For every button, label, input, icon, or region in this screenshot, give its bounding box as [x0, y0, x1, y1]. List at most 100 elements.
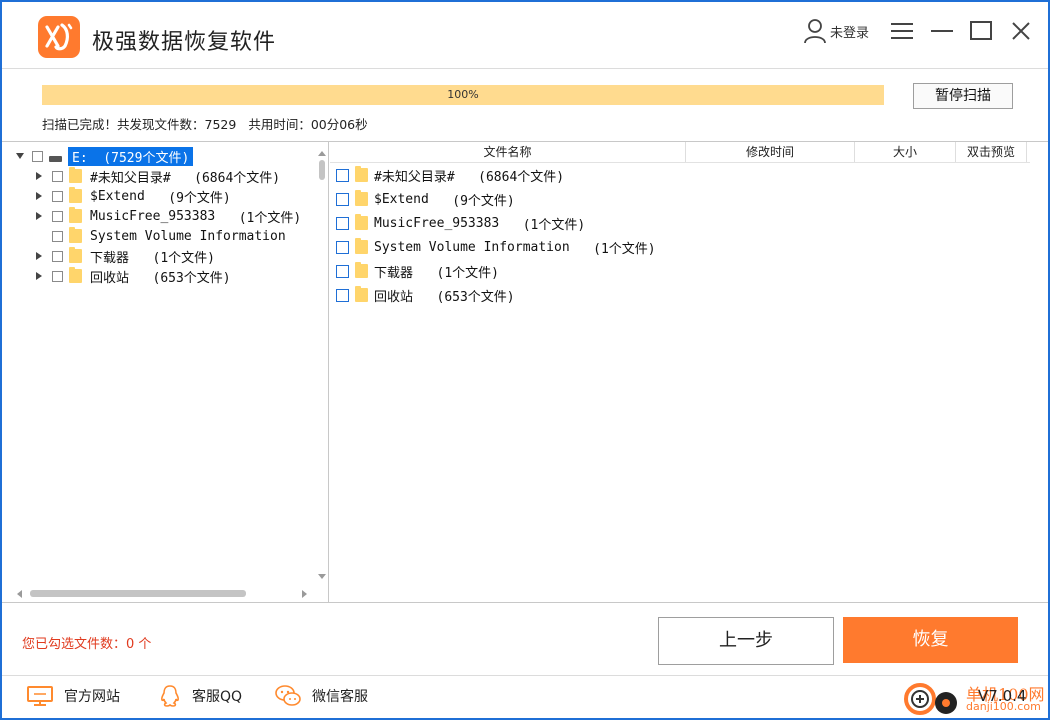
pause-scan-button[interactable]: 暂停扫描 [913, 83, 1013, 109]
tree-checkbox[interactable] [52, 170, 63, 182]
expand-icon[interactable] [36, 192, 42, 200]
column-header-modified[interactable]: 修改时间 [686, 142, 855, 162]
tree-vertical-scrollbar[interactable] [318, 151, 326, 590]
tree-item-name: MusicFree_953383 [90, 208, 216, 224]
tree-item-count: (1个文件) [238, 210, 302, 226]
tree-item-name: 回收站 [90, 270, 130, 286]
column-header-name[interactable]: 文件名称 [330, 142, 686, 162]
menu-icon [891, 23, 913, 39]
previous-step-button[interactable]: 上一步 [658, 617, 834, 665]
watermark-logo-icon [904, 683, 957, 715]
tree-item[interactable]: System Volume Information [36, 226, 286, 246]
folder-icon [69, 167, 82, 183]
scan-progress-bar: 100% [42, 85, 884, 105]
tree-item[interactable]: #未知父目录# (6864个文件) [36, 166, 280, 186]
scroll-up-icon[interactable] [318, 150, 326, 156]
login-label: 未登录 [830, 25, 870, 41]
tree-item-count: (9个文件) [168, 190, 231, 206]
table-row[interactable]: #未知父目录# (6864个文件) [330, 164, 564, 186]
row-count: (653个文件) [436, 289, 515, 305]
qq-support-link[interactable]: 客服QQ [158, 685, 242, 707]
tree-item-name: #未知父目录# [90, 170, 171, 186]
row-checkbox[interactable] [336, 192, 349, 206]
login-button[interactable]: 未登录 [802, 16, 869, 46]
action-bar: 您已勾选文件数：0 个 上一步 恢复 [2, 602, 1048, 676]
maximize-icon [970, 21, 992, 40]
tree-vertical-scroll-thumb[interactable] [319, 160, 325, 180]
scan-status-found: 共发现文件数：7529 [117, 117, 237, 132]
tree-item[interactable]: 下载器 (1个文件) [36, 246, 215, 266]
expand-icon[interactable] [36, 272, 42, 280]
row-checkbox[interactable] [336, 168, 349, 182]
maximize-button[interactable] [966, 16, 996, 46]
scan-progress-label: 100% [447, 88, 479, 101]
row-checkbox[interactable] [336, 216, 349, 230]
row-name: #未知父目录# [374, 169, 455, 185]
tree-checkbox[interactable] [52, 230, 63, 242]
row-checkbox[interactable] [336, 264, 349, 278]
tree-checkbox[interactable] [52, 250, 63, 262]
tree-item[interactable]: MusicFree_953383 (1个文件) [36, 206, 301, 226]
tree-horizontal-scroll-thumb[interactable] [30, 590, 246, 597]
table-row[interactable]: System Volume Information (1个文件) [330, 236, 656, 258]
restore-button[interactable]: 恢复 [843, 617, 1018, 663]
tree-checkbox[interactable] [52, 270, 63, 282]
tree-checkbox[interactable] [52, 190, 63, 202]
tree-item[interactable]: $Extend (9个文件) [36, 186, 231, 206]
wechat-support-link[interactable]: 微信客服 [274, 685, 368, 707]
folder-icon [69, 267, 82, 283]
tree-checkbox[interactable] [52, 210, 63, 222]
version-label: V7.0.4 [978, 687, 1027, 705]
row-name: $Extend [374, 191, 429, 207]
tree-item-count: (6864个文件) [194, 170, 281, 186]
file-list: 文件名称 修改时间 大小 双击预览 #未知父目录# (6864个文件) $Ext… [330, 142, 1048, 602]
table-row[interactable]: 回收站 (653个文件) [330, 284, 515, 306]
close-button[interactable] [1006, 16, 1036, 46]
tree-item-count: (1个文件) [152, 250, 215, 266]
scan-status: 扫描已完成！共发现文件数：7529 共用时间：00分06秒 [42, 114, 368, 133]
folder-icon [355, 190, 368, 206]
menu-button[interactable] [887, 16, 917, 46]
footer-links: 官方网站 客服QQ 微信客服 单机100网 danji100.com V7.0.… [2, 675, 1048, 718]
tree-item-name: $Extend [90, 188, 145, 204]
tree-item[interactable]: 回收站 (653个文件) [36, 266, 231, 286]
scan-status-done: 扫描已完成！ [42, 117, 118, 132]
row-count: (9个文件) [452, 193, 515, 209]
tree-root-label[interactable]: E: (7529个文件) [68, 146, 194, 166]
expand-icon[interactable] [36, 212, 42, 220]
minimize-icon [931, 30, 953, 32]
scroll-right-icon[interactable] [302, 590, 308, 598]
scroll-left-icon[interactable] [16, 590, 22, 598]
row-name: System Volume Information [374, 239, 570, 255]
folder-icon [355, 214, 368, 230]
app-logo-icon [38, 16, 80, 58]
monitor-icon [27, 686, 53, 706]
table-row[interactable]: 下载器 (1个文件) [330, 260, 499, 282]
scroll-down-icon[interactable] [318, 574, 326, 580]
tree-item-name: 下载器 [90, 250, 130, 266]
expand-icon[interactable] [36, 172, 42, 180]
scan-progress-area: 100% 暂停扫描 扫描已完成！共发现文件数：7529 共用时间：00分06秒 [2, 69, 1048, 142]
app-window: 极强数据恢复软件 未登录 100% 暂停扫描 扫描已完成！共发现文件数：7529… [2, 2, 1048, 718]
qq-support-label: 客服QQ [192, 689, 243, 705]
expand-icon[interactable] [36, 252, 42, 260]
collapse-icon[interactable] [16, 153, 24, 159]
table-row[interactable]: MusicFree_953383 (1个文件) [330, 212, 585, 234]
column-header-size[interactable]: 大小 [855, 142, 956, 162]
row-count: (1个文件) [593, 241, 656, 257]
tree-checkbox[interactable] [32, 150, 43, 162]
row-checkbox[interactable] [336, 288, 349, 302]
selected-count-text: 您已勾选文件数：0 个 [22, 637, 152, 652]
minimize-button[interactable] [927, 16, 957, 46]
folder-icon [69, 247, 82, 263]
row-name: MusicFree_953383 [374, 215, 500, 231]
tree-root[interactable]: E: (7529个文件) [16, 146, 194, 166]
tree-item-name: System Volume Information [90, 228, 286, 244]
table-row[interactable]: $Extend (9个文件) [330, 188, 515, 210]
close-icon [1012, 22, 1030, 40]
row-checkbox[interactable] [336, 240, 349, 254]
qq-icon [160, 685, 180, 707]
row-count: (6864个文件) [478, 169, 565, 185]
column-header-preview[interactable]: 双击预览 [956, 142, 1027, 162]
official-website-link[interactable]: 官方网站 [26, 685, 120, 707]
